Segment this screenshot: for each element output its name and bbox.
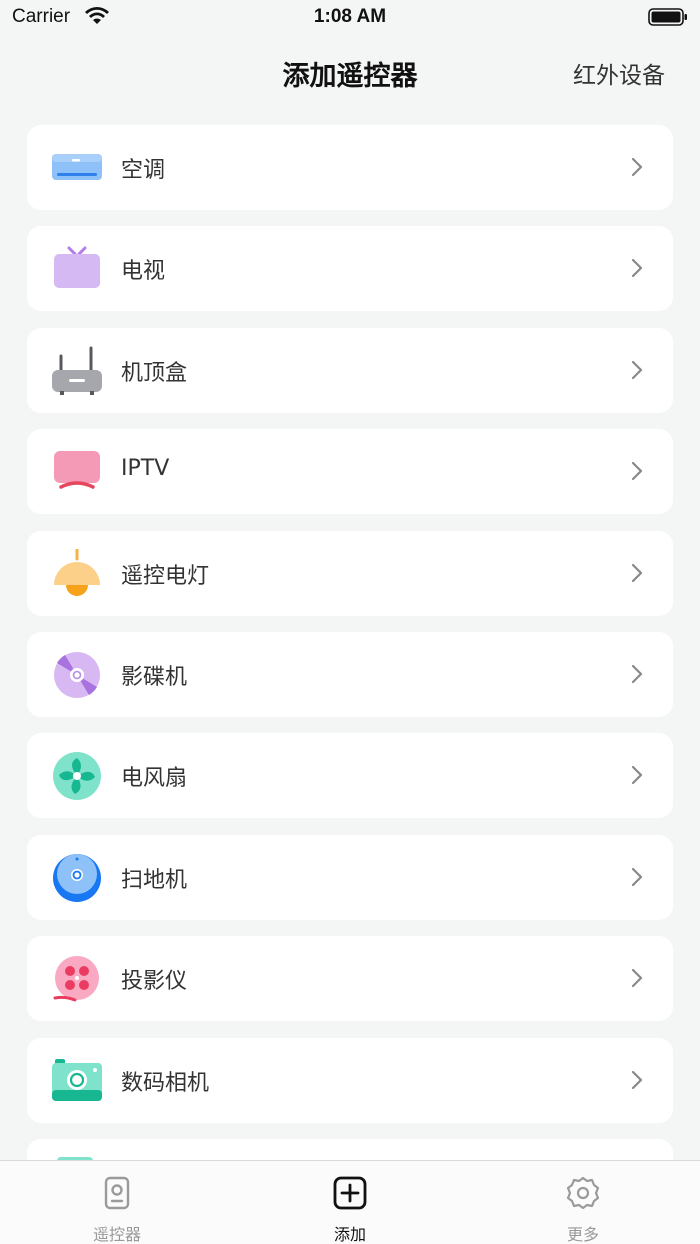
chevron-right-icon [631,563,643,582]
chevron-right-icon [631,969,643,988]
lamp-icon [54,548,100,596]
device-label: 投影仪 [121,969,188,995]
remote-icon [104,1176,130,1210]
navigation-bar: 添加遥控器 红外设备 [0,40,700,104]
tv-icon [54,246,100,289]
tab-label: 更多 [566,1225,599,1244]
device-item-projector[interactable]: 投影仪 [27,936,673,1022]
device-item-set-top-box[interactable]: 机顶盒 [27,327,673,413]
fan-icon [53,752,101,801]
add-icon [333,1176,367,1210]
device-label: IPTV [121,456,170,482]
air-conditioner-icon [52,154,102,180]
status-bar: Carrier 1:08 AM [0,0,700,36]
tab-label: 添加 [333,1225,366,1244]
chevron-right-icon [631,766,643,785]
chevron-right-icon [631,157,643,177]
robot-vacuum-icon [53,853,101,902]
device-label: 扫地机 [121,867,188,893]
chevron-right-icon [631,462,643,481]
projector-icon [53,956,99,1002]
chevron-right-icon [631,867,643,886]
device-item-air-conditioner[interactable]: 空调 [27,125,673,210]
device-item-partial[interactable] [27,1138,673,1160]
device-label: 遥控电灯 [121,563,210,589]
tab-more[interactable]: 更多 [503,1161,663,1244]
device-label: 数码相机 [121,1070,210,1096]
chevron-right-icon [631,1070,643,1089]
device-list: 空调 电视 机顶盒 IPTV 遥控电灯 影碟机 电风扇 扫地机 投影仪 数码相机 [27,125,673,1160]
disc-player-icon [54,651,100,698]
status-time: 1:08 AM [313,6,387,27]
device-label: 电视 [121,259,166,285]
set-top-box-icon [52,346,102,395]
camera-icon [52,1058,102,1101]
device-item-lamp[interactable]: 遥控电灯 [27,530,673,616]
device-item-camera[interactable]: 数码相机 [27,1037,673,1123]
device-label: 机顶盒 [121,360,188,386]
chevron-right-icon [631,664,643,684]
iptv-icon [54,451,100,489]
gear-icon [566,1176,600,1210]
device-item-robot-vacuum[interactable]: 扫地机 [27,834,673,920]
tab-bar: 遥控器 添加 更多 [0,1160,700,1244]
device-item-iptv[interactable]: IPTV [27,429,673,515]
device-item-fan[interactable]: 电风扇 [27,733,673,819]
tab-label: 遥控器 [92,1225,141,1244]
device-label: 空调 [121,158,166,183]
device-item-disc-player[interactable]: 影碟机 [27,631,673,717]
device-item-tv[interactable]: 电视 [27,226,673,312]
battery-icon [648,8,687,26]
tab-add[interactable]: 添加 [270,1161,430,1244]
device-label: 电风扇 [121,766,188,792]
infrared-devices-button[interactable]: 红外设备 [573,56,665,90]
tab-remote[interactable]: 遥控器 [37,1161,197,1244]
chevron-right-icon [631,259,643,278]
device-label: 影碟机 [121,664,188,690]
chevron-right-icon [631,360,643,379]
